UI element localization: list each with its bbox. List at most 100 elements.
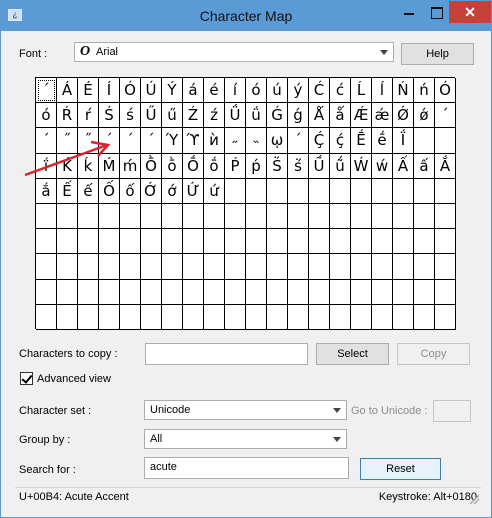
- character-cell[interactable]: [330, 178, 351, 204]
- character-cell[interactable]: [162, 229, 183, 255]
- character-cell[interactable]: [183, 204, 204, 230]
- character-cell[interactable]: [246, 178, 267, 204]
- character-cell[interactable]: [309, 279, 330, 305]
- character-cell[interactable]: [78, 254, 99, 280]
- character-cell[interactable]: Ó: [435, 78, 456, 104]
- character-cell[interactable]: [351, 229, 372, 255]
- character-cell[interactable]: Ú: [141, 78, 162, 104]
- character-cell[interactable]: Ű: [141, 103, 162, 129]
- character-cell[interactable]: [414, 279, 435, 305]
- character-cell[interactable]: Ṓ: [183, 153, 204, 179]
- character-cell[interactable]: ῳ: [267, 128, 288, 154]
- character-cell[interactable]: Ń: [393, 78, 414, 104]
- character-cell[interactable]: [57, 204, 78, 230]
- character-cell[interactable]: [414, 178, 435, 204]
- close-button[interactable]: ✕: [449, 1, 491, 23]
- character-cell[interactable]: [162, 254, 183, 280]
- character-cell[interactable]: ớ: [162, 178, 183, 204]
- character-cell[interactable]: [99, 254, 120, 280]
- character-cell[interactable]: ṑ: [162, 153, 183, 179]
- character-cell[interactable]: [435, 304, 456, 330]
- character-cell[interactable]: [372, 229, 393, 255]
- character-cell[interactable]: [246, 304, 267, 330]
- character-cell[interactable]: ṕ: [246, 153, 267, 179]
- character-cell[interactable]: ĺ: [372, 78, 393, 104]
- character-cell[interactable]: ϓ: [183, 128, 204, 154]
- character-cell[interactable]: [36, 304, 57, 330]
- character-cell[interactable]: ˵: [246, 128, 267, 154]
- character-cell[interactable]: [267, 254, 288, 280]
- character-cell[interactable]: Í: [99, 78, 120, 104]
- character-cell[interactable]: [78, 279, 99, 305]
- font-dropdown[interactable]: O Arial: [74, 42, 394, 62]
- character-cell[interactable]: [435, 178, 456, 204]
- character-set-dropdown[interactable]: Unicode: [144, 400, 347, 420]
- character-cell[interactable]: [204, 204, 225, 230]
- character-cell[interactable]: ấ: [414, 153, 435, 179]
- character-cell[interactable]: ˊ: [141, 128, 162, 154]
- character-cell[interactable]: ´: [36, 78, 57, 104]
- character-cell[interactable]: [435, 254, 456, 280]
- character-cell[interactable]: [435, 128, 456, 154]
- character-cell[interactable]: ẃ: [372, 153, 393, 179]
- character-cell[interactable]: ǵ: [288, 103, 309, 129]
- character-cell[interactable]: Ṹ: [309, 153, 330, 179]
- character-cell[interactable]: Ấ: [393, 153, 414, 179]
- character-cell[interactable]: ˶: [225, 128, 246, 154]
- character-cell[interactable]: [36, 204, 57, 230]
- character-cell[interactable]: Ó: [120, 78, 141, 104]
- character-cell[interactable]: Ṑ: [141, 153, 162, 179]
- character-cell[interactable]: [183, 304, 204, 330]
- character-cell[interactable]: Ź: [183, 103, 204, 129]
- character-cell[interactable]: [99, 304, 120, 330]
- character-cell[interactable]: [288, 178, 309, 204]
- character-cell[interactable]: [351, 178, 372, 204]
- character-cell[interactable]: [225, 178, 246, 204]
- character-cell[interactable]: [78, 229, 99, 255]
- character-cell[interactable]: ứ: [204, 178, 225, 204]
- character-cell[interactable]: [393, 254, 414, 280]
- character-cell[interactable]: [36, 254, 57, 280]
- character-cell[interactable]: [414, 304, 435, 330]
- character-cell[interactable]: í: [225, 78, 246, 104]
- character-cell[interactable]: ź: [204, 103, 225, 129]
- character-cell[interactable]: [246, 279, 267, 305]
- character-cell[interactable]: [309, 229, 330, 255]
- character-cell[interactable]: [141, 304, 162, 330]
- character-cell[interactable]: Ắ: [435, 153, 456, 179]
- character-cell[interactable]: [351, 304, 372, 330]
- character-cell[interactable]: [309, 204, 330, 230]
- character-cell[interactable]: ḗ: [372, 128, 393, 154]
- character-cell[interactable]: [183, 229, 204, 255]
- character-cell[interactable]: ˊ: [120, 128, 141, 154]
- character-cell[interactable]: [36, 229, 57, 255]
- character-cell[interactable]: ś: [120, 103, 141, 129]
- character-cell[interactable]: [267, 178, 288, 204]
- character-cell[interactable]: [372, 178, 393, 204]
- select-button[interactable]: Select: [316, 343, 389, 365]
- character-cell[interactable]: ѝ: [204, 128, 225, 154]
- character-cell[interactable]: Ẃ: [351, 153, 372, 179]
- character-cell[interactable]: Ǘ: [225, 103, 246, 129]
- character-cell[interactable]: [288, 204, 309, 230]
- character-cell[interactable]: Ớ: [141, 178, 162, 204]
- character-cell[interactable]: [267, 304, 288, 330]
- character-cell[interactable]: [414, 204, 435, 230]
- character-cell[interactable]: [267, 279, 288, 305]
- character-cell[interactable]: [393, 229, 414, 255]
- character-cell[interactable]: [309, 304, 330, 330]
- minimize-button[interactable]: [395, 1, 423, 23]
- character-cell[interactable]: [414, 128, 435, 154]
- copy-button[interactable]: Copy: [397, 343, 470, 365]
- character-cell[interactable]: Ḯ: [393, 128, 414, 154]
- character-cell[interactable]: [204, 229, 225, 255]
- advanced-view-checkbox[interactable]: [20, 372, 33, 385]
- character-cell[interactable]: ć: [330, 78, 351, 104]
- character-cell[interactable]: [57, 254, 78, 280]
- character-cell[interactable]: [288, 304, 309, 330]
- character-cell[interactable]: ṥ: [288, 153, 309, 179]
- character-cell[interactable]: Ǻ: [309, 103, 330, 129]
- character-cell[interactable]: ý: [288, 78, 309, 104]
- character-cell[interactable]: [267, 229, 288, 255]
- character-cell[interactable]: [204, 279, 225, 305]
